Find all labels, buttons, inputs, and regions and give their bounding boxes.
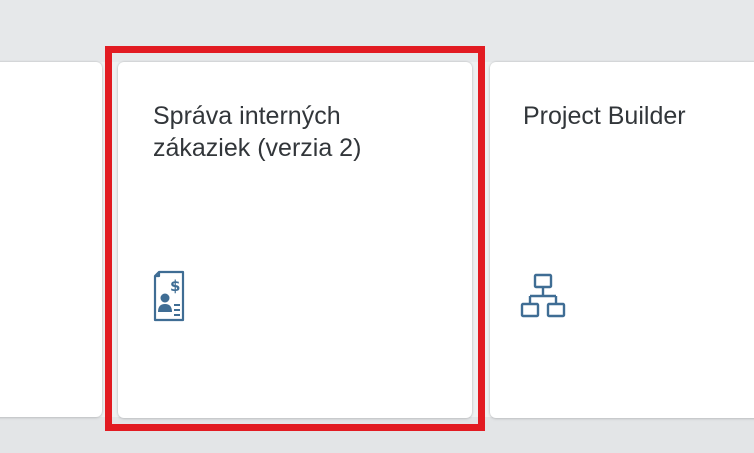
tile-title: Správa interných zákaziek (verzia 2) [153,100,453,164]
tile-title: Project Builder [523,102,686,130]
customer-contract-icon: $ [153,270,185,322]
svg-text:$: $ [170,277,180,295]
app-tile-internal-orders[interactable]: Správa interných zákaziek (verzia 2) $ [118,62,472,418]
tile-title-line-1: Správa interných [153,102,341,130]
tile-area-top-background [0,0,754,62]
app-tile-project-builder[interactable]: Project Builder [490,62,754,418]
hierarchy-icon [520,273,566,318]
tile-title-line-2: zákaziek (verzia 2) [153,134,362,162]
tile-area-bottom-background [0,417,754,453]
app-tile-partial-left[interactable] [0,62,102,417]
